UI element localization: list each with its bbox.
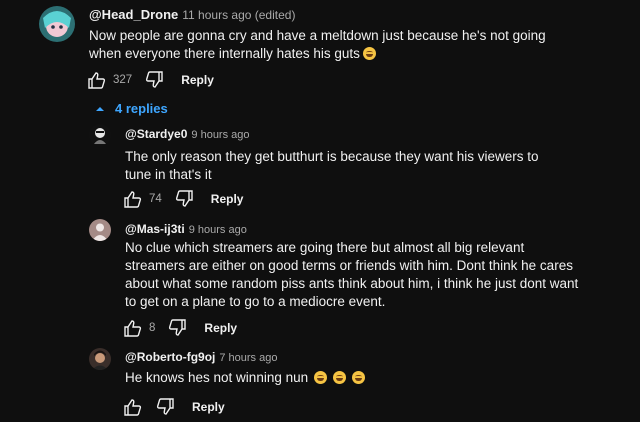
reply-timestamp[interactable]: 9 hours ago <box>189 224 247 236</box>
reply-actions: 74 Reply <box>123 187 243 211</box>
avatar[interactable] <box>39 6 75 42</box>
reply-actions: Reply <box>123 395 225 419</box>
avatar[interactable] <box>89 219 111 241</box>
thumbs-up-icon[interactable] <box>87 70 107 90</box>
laughing-emoji-icon <box>314 371 328 384</box>
thumbs-up-icon[interactable] <box>123 189 143 209</box>
thumbs-down-icon[interactable] <box>144 70 164 90</box>
thumbs-up-icon[interactable] <box>123 318 143 338</box>
reply-author[interactable]: @Mas-ij3ti <box>125 222 185 236</box>
like-count: 327 <box>113 74 133 86</box>
caret-up-icon <box>96 106 104 111</box>
reply-button[interactable]: Reply <box>211 192 244 206</box>
reply-text: No clue which streamers are going there … <box>125 240 579 309</box>
thumbs-down-icon[interactable] <box>174 189 194 209</box>
comment-actions: 327 Reply <box>87 68 214 92</box>
reply-button[interactable]: Reply <box>204 321 237 335</box>
thumbs-down-icon[interactable] <box>167 318 187 338</box>
thumbs-up-icon[interactable] <box>123 397 143 417</box>
avatar[interactable] <box>89 348 111 370</box>
laughing-emoji-icon <box>333 371 347 384</box>
replies-count-label: 4 replies <box>115 101 168 116</box>
reply-button[interactable]: Reply <box>181 73 214 87</box>
reply-text: The only reason they get butthurt is bec… <box>125 149 539 182</box>
like-count: 8 <box>149 322 156 334</box>
reply-author[interactable]: @Roberto-fg9oj <box>125 350 215 364</box>
comment-text: Now people are gonna cry and have a melt… <box>89 28 546 61</box>
comment-timestamp[interactable]: 11 hours ago (edited) <box>182 8 295 22</box>
laughing-emoji-icon <box>352 371 366 384</box>
avatar[interactable] <box>89 124 111 146</box>
like-count: 74 <box>149 193 162 205</box>
replies-toggle[interactable]: 4 replies <box>95 101 168 116</box>
grinning-emoji-icon <box>362 47 376 60</box>
reply-timestamp[interactable]: 9 hours ago <box>191 129 249 141</box>
reply-author[interactable]: @Stardye0 <box>125 127 187 141</box>
reply-actions: 8 Reply <box>123 316 237 340</box>
reply-text: He knows hes not winning nun <box>125 369 555 387</box>
reply-timestamp[interactable]: 7 hours ago <box>219 352 277 364</box>
reply-button[interactable]: Reply <box>192 400 225 414</box>
comment-author[interactable]: @Head_Drone <box>89 7 178 22</box>
thumbs-down-icon[interactable] <box>155 397 175 417</box>
